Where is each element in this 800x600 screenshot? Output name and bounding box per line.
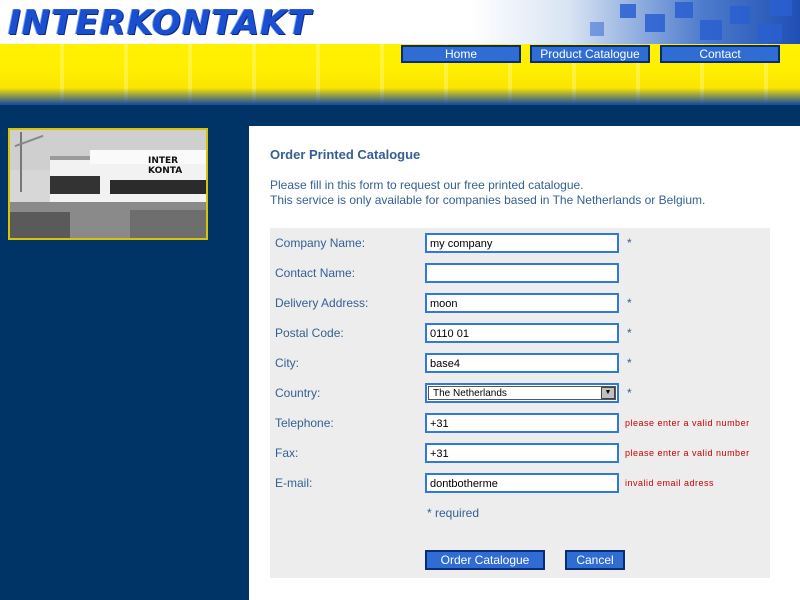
city-field[interactable]: base4 xyxy=(425,353,619,373)
nav-home-button[interactable]: Home xyxy=(401,45,521,63)
cancel-button[interactable]: Cancel xyxy=(565,550,625,570)
country-label: Country: xyxy=(275,386,321,400)
telephone-error: please enter a valid number xyxy=(625,418,750,428)
required-marker: * xyxy=(627,236,632,250)
country-select-value: The Netherlands xyxy=(428,386,616,400)
header-mosaic-graphic xyxy=(470,0,800,44)
country-select[interactable]: The Netherlands ▼ xyxy=(425,383,619,403)
email-error: invalid email adress xyxy=(625,478,715,488)
header-blue-gradient xyxy=(0,88,800,105)
email-field[interactable]: dontbotherme xyxy=(425,473,619,493)
required-marker: * xyxy=(627,386,632,400)
brand-logo[interactable]: INTERKONTAKT xyxy=(8,3,312,43)
order-catalogue-button[interactable]: Order Catalogue xyxy=(425,550,545,570)
email-label: E-mail: xyxy=(275,476,313,490)
contact-name-label: Contact Name: xyxy=(275,266,356,280)
site-header: INTERKONTAKT Home Product Catalogue Cont… xyxy=(0,0,800,105)
fax-label: Fax: xyxy=(275,446,299,460)
telephone-label: Telephone: xyxy=(275,416,334,430)
intro-line-2: This service is only available for compa… xyxy=(270,193,706,207)
postal-code-label: Postal Code: xyxy=(275,326,344,340)
photo-sign-text: INTER KONTA xyxy=(148,156,183,176)
company-name-field[interactable]: my company xyxy=(425,233,619,253)
telephone-field[interactable]: +31 xyxy=(425,413,619,433)
company-name-label: Company Name: xyxy=(275,236,366,250)
nav-contact-button[interactable]: Contact xyxy=(660,45,780,63)
required-marker: * xyxy=(627,296,632,310)
main-content: Order Printed Catalogue Please fill in t… xyxy=(249,126,800,600)
delivery-address-label: Delivery Address: xyxy=(275,296,369,310)
intro-text: Please fill in this form to request our … xyxy=(270,178,705,208)
order-form: Company Name: my company * Contact Name:… xyxy=(270,228,770,578)
delivery-address-field[interactable]: moon xyxy=(425,293,619,313)
city-label: City: xyxy=(275,356,299,370)
page-title: Order Printed Catalogue xyxy=(270,147,421,162)
chevron-down-icon[interactable]: ▼ xyxy=(601,387,615,399)
fax-field[interactable]: +31 xyxy=(425,443,619,463)
fax-error: please enter a valid number xyxy=(625,448,750,458)
intro-line-1: Please fill in this form to request our … xyxy=(270,178,584,192)
building-photo: INTER KONTA xyxy=(8,128,208,240)
nav-product-catalogue-button[interactable]: Product Catalogue xyxy=(530,45,650,63)
required-marker: * xyxy=(627,356,632,370)
required-note: * required xyxy=(427,506,480,520)
contact-name-field[interactable] xyxy=(425,263,619,283)
required-marker: * xyxy=(627,326,632,340)
postal-code-field[interactable]: 0110 01 xyxy=(425,323,619,343)
